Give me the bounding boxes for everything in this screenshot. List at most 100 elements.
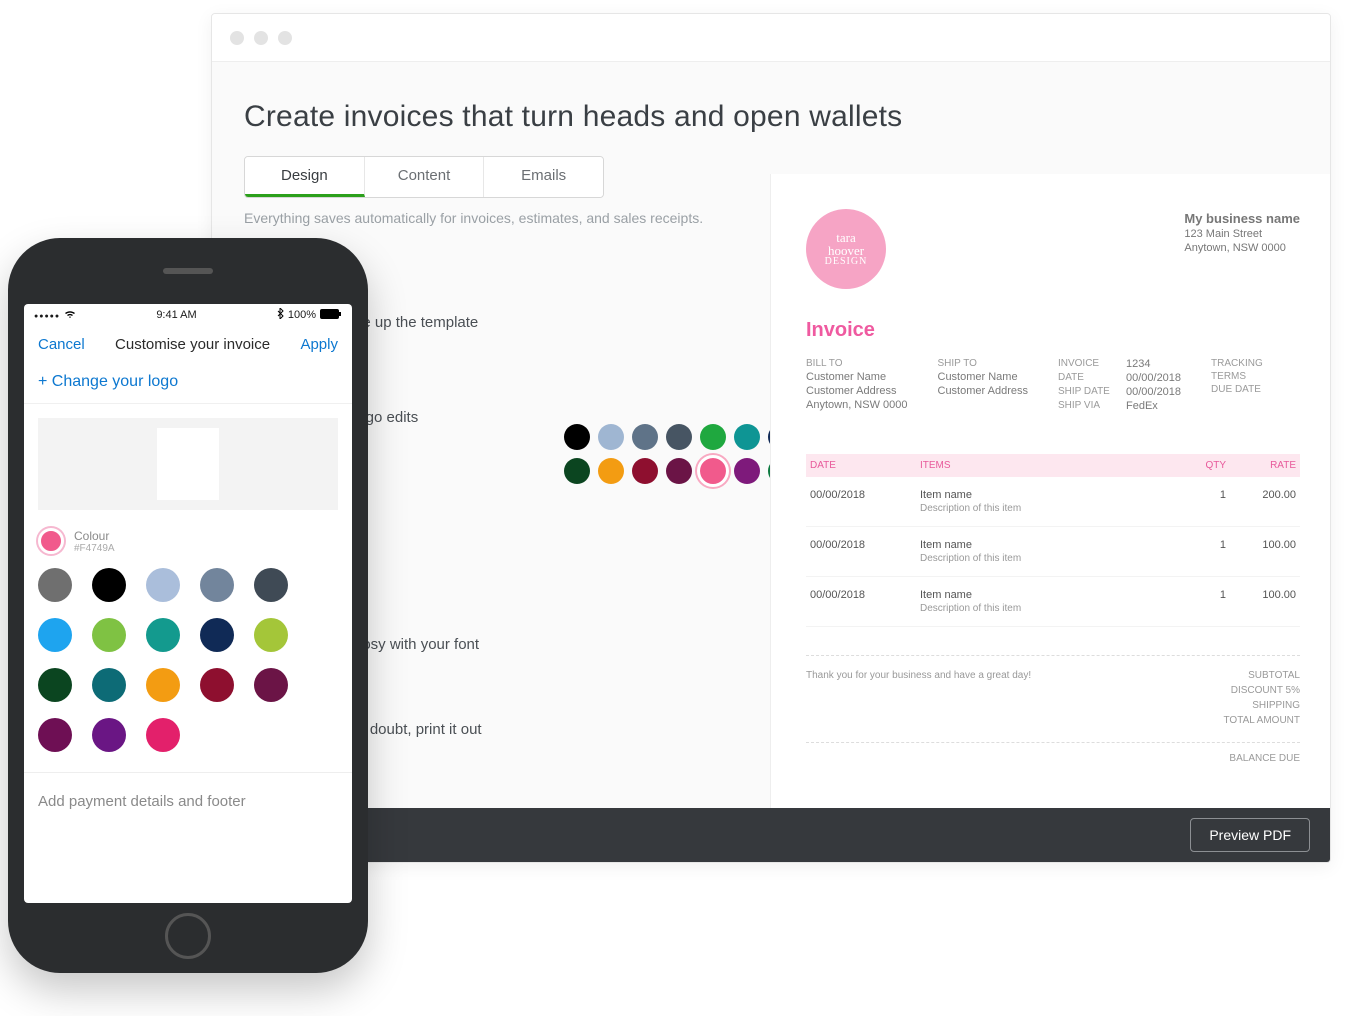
tab-content[interactable]: Content (365, 157, 485, 197)
discount-label: DISCOUNT 5% (1224, 685, 1301, 696)
color-swatch[interactable] (700, 458, 726, 484)
preview-pdf-button[interactable]: Preview PDF (1190, 818, 1310, 852)
invoice-table: DATE ITEMS QTY RATE 00/00/2018Item nameD… (806, 454, 1300, 627)
business-addr1: 123 Main Street (1184, 228, 1300, 240)
duedate-k: DUE DATE (1211, 384, 1263, 395)
phone-title: Customise your invoice (115, 336, 270, 353)
design-tabbar: Design Content Emails (244, 156, 604, 198)
signal-icon (34, 309, 60, 321)
color-swatch[interactable] (254, 568, 288, 602)
wifi-icon (64, 309, 76, 322)
phone-speaker (163, 268, 213, 274)
color-swatch[interactable] (734, 458, 760, 484)
color-swatch[interactable] (598, 424, 624, 450)
color-swatch[interactable] (734, 424, 760, 450)
color-swatch[interactable] (564, 424, 590, 450)
color-swatch[interactable] (38, 568, 72, 602)
invoice-number: 1234 (1126, 358, 1150, 370)
color-swatch[interactable] (92, 618, 126, 652)
color-swatch[interactable] (666, 458, 692, 484)
cell-qty: 1 (1166, 539, 1226, 564)
cell-item: Item nameDescription of this item (920, 589, 1166, 614)
date-k: DATE (1058, 372, 1118, 384)
color-swatch[interactable] (700, 424, 726, 450)
invoice-preview: tara hoover DESIGN My business name 123 … (770, 174, 1330, 814)
status-bar: 9:41 AM 100% (24, 304, 352, 326)
color-swatch[interactable] (200, 668, 234, 702)
ship-to: SHIP TO Customer Name Customer Address (938, 358, 1028, 412)
business-name: My business name (1184, 211, 1300, 226)
color-swatch[interactable] (200, 568, 234, 602)
ship-to-addr: Customer Address (938, 385, 1028, 397)
th-rate: RATE (1226, 460, 1296, 471)
invoice-k: INVOICE (1058, 358, 1118, 370)
color-swatch[interactable] (254, 618, 288, 652)
color-swatch[interactable] (254, 668, 288, 702)
logo-dropzone[interactable] (38, 418, 338, 510)
selected-colour-chip[interactable] (38, 528, 64, 554)
total-label: TOTAL AMOUNT (1224, 715, 1301, 726)
color-swatch[interactable] (146, 568, 180, 602)
shipdate-k: SHIP DATE (1058, 386, 1118, 398)
change-logo-link[interactable]: + Change your logo (24, 363, 352, 404)
color-swatch[interactable] (200, 618, 234, 652)
th-items: ITEMS (920, 460, 1166, 471)
cancel-button[interactable]: Cancel (38, 336, 85, 353)
color-swatch[interactable] (598, 458, 624, 484)
totals: SUBTOTAL DISCOUNT 5% SHIPPING TOTAL AMOU… (1224, 670, 1301, 730)
cell-desc: Description of this item (920, 553, 1166, 564)
apply-button[interactable]: Apply (300, 336, 338, 353)
cell-rate: 100.00 (1226, 589, 1296, 614)
bill-to-city: Anytown, NSW 0000 (806, 399, 908, 411)
color-swatch[interactable] (666, 424, 692, 450)
logo-placeholder (157, 428, 219, 500)
ship-to-label: SHIP TO (938, 358, 1028, 369)
browser-titlebar (212, 14, 1330, 62)
cell-qty: 1 (1166, 589, 1226, 614)
color-swatch[interactable] (38, 718, 72, 752)
phone-colour-palette (24, 560, 352, 773)
business-addr2: Anytown, NSW 0000 (1184, 242, 1300, 254)
cell-item: Item nameDescription of this item (920, 539, 1166, 564)
color-swatch[interactable] (92, 668, 126, 702)
logo-line: DESIGN (825, 257, 868, 267)
thank-you: Thank you for your business and have a g… (806, 670, 1031, 730)
preview-bar: Preview PDF (212, 808, 1330, 862)
invoice-date: 00/00/2018 (1126, 372, 1181, 384)
cell-rate: 200.00 (1226, 489, 1296, 514)
color-swatch[interactable] (38, 618, 72, 652)
bill-to-addr: Customer Address (806, 385, 908, 397)
color-swatch[interactable] (92, 718, 126, 752)
color-swatch[interactable] (146, 718, 180, 752)
tab-design[interactable]: Design (245, 157, 365, 197)
color-swatch[interactable] (146, 668, 180, 702)
cell-rate: 100.00 (1226, 539, 1296, 564)
color-swatch[interactable] (92, 568, 126, 602)
home-button[interactable] (165, 913, 211, 959)
invoice-numbers: INVOICE1234 DATE00/00/2018 SHIP DATE00/0… (1058, 358, 1181, 412)
phone-screen: 9:41 AM 100% Cancel Customise your invoi… (24, 304, 352, 903)
window-dot (278, 31, 292, 45)
invoice-footer: Thank you for your business and have a g… (806, 655, 1300, 730)
table-row: 00/00/2018Item nameDescription of this i… (806, 577, 1300, 627)
tab-emails[interactable]: Emails (484, 157, 603, 197)
business-block: My business name 123 Main Street Anytown… (1184, 209, 1300, 289)
color-swatch[interactable] (632, 458, 658, 484)
color-swatch[interactable] (564, 458, 590, 484)
color-swatch[interactable] (632, 424, 658, 450)
invoice-meta: BILL TO Customer Name Customer Address A… (806, 358, 1300, 412)
shipping-label: SHIPPING (1224, 700, 1301, 711)
color-swatch[interactable] (38, 668, 72, 702)
tracking-k: TRACKING (1211, 358, 1263, 369)
window-dot (230, 31, 244, 45)
color-swatch[interactable] (146, 618, 180, 652)
cell-desc: Description of this item (920, 503, 1166, 514)
cell-desc: Description of this item (920, 603, 1166, 614)
page-title: Create invoices that turn heads and open… (212, 62, 1330, 156)
subtotal-label: SUBTOTAL (1224, 670, 1301, 681)
cell-item: Item nameDescription of this item (920, 489, 1166, 514)
payment-footer-link[interactable]: Add payment details and footer (24, 773, 352, 830)
invoice-logo: tara hoover DESIGN (806, 209, 886, 289)
cell-date: 00/00/2018 (810, 589, 920, 614)
status-time: 9:41 AM (156, 309, 196, 321)
